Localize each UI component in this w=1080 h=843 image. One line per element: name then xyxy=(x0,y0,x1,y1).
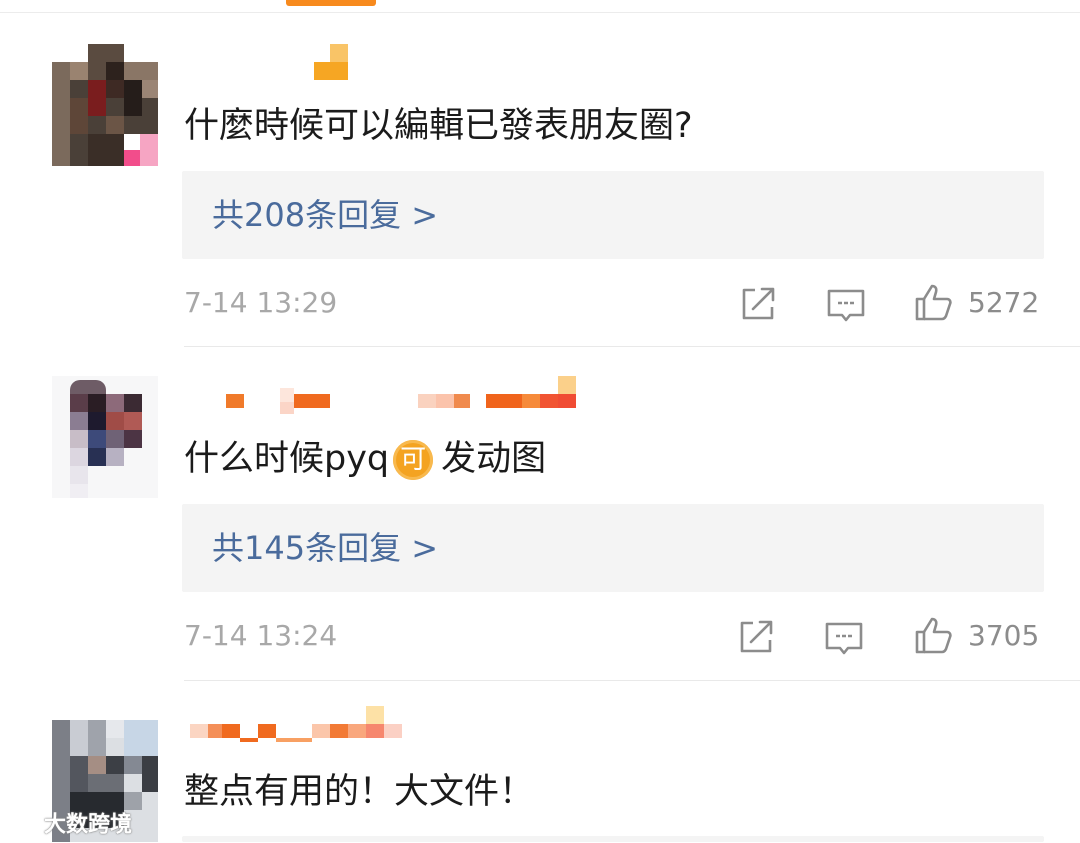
active-tab-indicator xyxy=(286,0,376,6)
comment-text-part: 发动图 xyxy=(441,439,547,479)
watermark: 大数跨境 xyxy=(10,808,132,838)
comment-divider xyxy=(184,680,1080,681)
avatar[interactable] xyxy=(52,44,158,166)
like-count: 3705 xyxy=(968,619,1040,652)
comment-time: 7-14 13:24 xyxy=(184,619,338,652)
replies-box[interactable] xyxy=(182,836,1044,842)
view-replies-link[interactable]: 共208条回复 > xyxy=(212,193,438,237)
comment-icon[interactable] xyxy=(826,286,866,326)
share-icon[interactable] xyxy=(736,617,776,657)
thumbs-up-icon[interactable] xyxy=(914,615,954,655)
avatar[interactable] xyxy=(52,376,158,498)
view-replies-link[interactable]: 共145条回复 > xyxy=(212,526,438,570)
watermark-text: 大数跨境 xyxy=(44,812,133,838)
comment-text: 什么时候pyq 可发动图 xyxy=(184,437,546,481)
replies-box[interactable]: 共208条回复 > xyxy=(182,171,1044,259)
top-divider xyxy=(0,12,1080,13)
replies-box[interactable]: 共145条回复 > xyxy=(182,504,1044,592)
share-icon[interactable] xyxy=(738,284,778,324)
comment-time: 7-14 13:29 xyxy=(184,286,338,319)
like-count: 5272 xyxy=(968,286,1040,319)
thumbs-up-icon[interactable] xyxy=(914,282,954,322)
watermark-logo-icon xyxy=(10,808,40,843)
comment-divider xyxy=(184,346,1080,347)
comment-icon[interactable] xyxy=(824,619,864,659)
comment-text: 整点有用的！大文件！ xyxy=(184,772,535,812)
ke-emoji-icon: 可 xyxy=(393,440,434,480)
comment-text-part: 什么时候pyq xyxy=(184,439,390,479)
comment-text: 什麼時候可以編輯已發表朋友圈? xyxy=(184,106,693,146)
